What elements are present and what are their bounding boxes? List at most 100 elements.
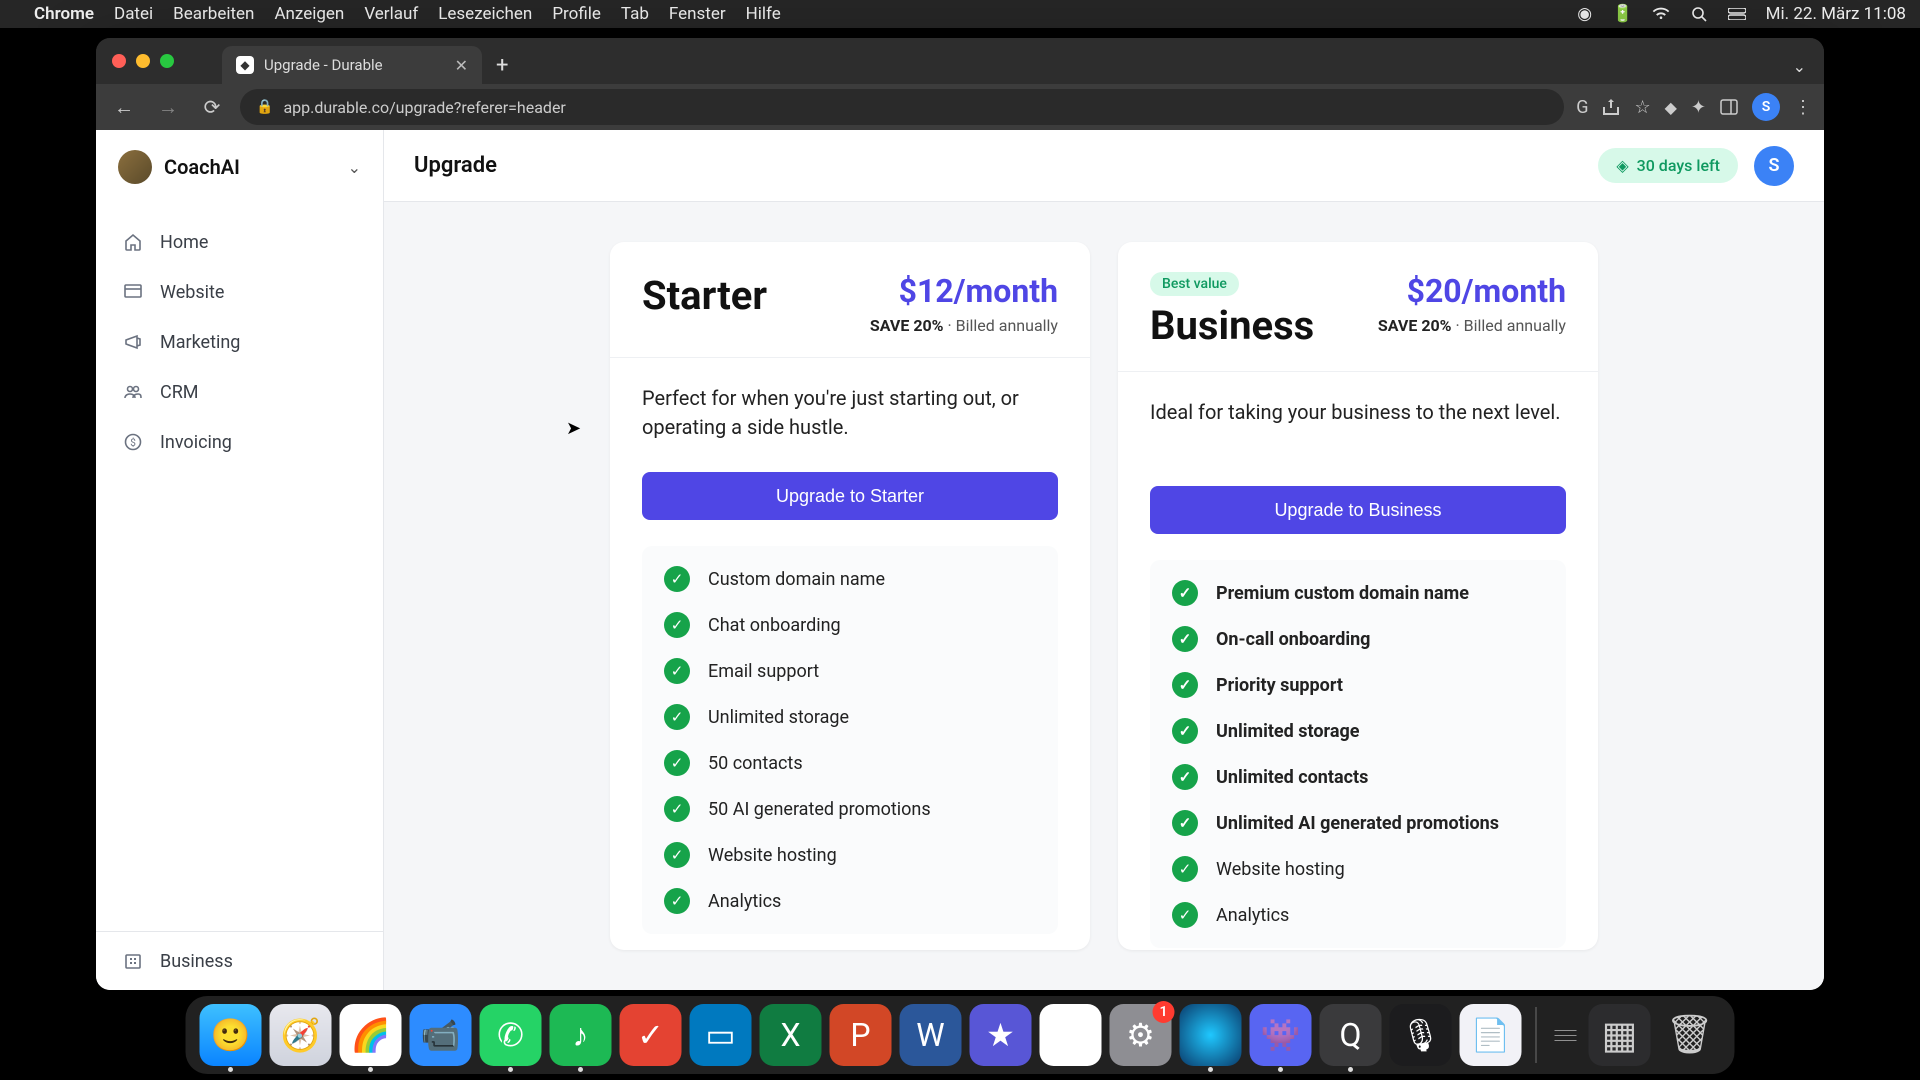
sidebar-item-website[interactable]: Website [96,267,383,317]
workspace-name: CoachAI [164,155,240,179]
tab-close-icon[interactable]: ✕ [455,56,468,75]
chrome-menu-icon[interactable]: ⋮ [1794,97,1812,118]
sidebar-item-label: Home [160,232,208,253]
sidebar-item-label: CRM [160,382,199,403]
dock-powerpoint-icon[interactable]: P [830,1004,892,1066]
spotlight-icon[interactable] [1690,5,1708,23]
dock-quicktime-icon[interactable]: Q [1320,1004,1382,1066]
dock-zoom-icon[interactable]: 📹 [410,1004,472,1066]
dock-siri-icon[interactable] [1180,1004,1242,1066]
feature-text: Premium custom domain name [1216,583,1469,604]
dock-settings-icon[interactable]: ⚙1 [1110,1004,1172,1066]
window-zoom-button[interactable] [160,54,174,68]
control-center-icon[interactable] [1728,5,1746,23]
sidebar-item-home[interactable]: Home [96,217,383,267]
window-close-button[interactable] [112,54,126,68]
check-icon: ✓ [664,704,690,730]
main: Upgrade ◈ 30 days left S Starter$12/mont… [384,130,1824,990]
dock-voice-memos-icon[interactable]: 🎙 [1390,1004,1452,1066]
feature-text: Chat onboarding [708,615,841,636]
menu-profile[interactable]: Profile [552,4,601,24]
feature-text: Custom domain name [708,569,885,590]
menu-datei[interactable]: Datei [114,4,153,24]
dock-file-icon[interactable]: 📄 [1460,1004,1522,1066]
upgrade-business-button[interactable]: Upgrade to Business [1150,486,1566,534]
browser-tab[interactable]: ◆ Upgrade - Durable ✕ [222,46,482,84]
dock-trello-icon[interactable]: ▭ [690,1004,752,1066]
address-bar[interactable]: 🔒 app.durable.co/upgrade?referer=header [240,89,1564,125]
check-icon: ✓ [1172,810,1198,836]
feature-text: Unlimited AI generated promotions [1216,813,1499,834]
dock-word-icon[interactable]: W [900,1004,962,1066]
extension-color-icon[interactable]: ◆ [1665,98,1677,117]
menubar-app-name[interactable]: Chrome [34,4,94,24]
dock-whatsapp-icon[interactable]: ✆ [480,1004,542,1066]
tabs-dropdown-icon[interactable]: ⌄ [1775,49,1824,84]
new-tab-button[interactable]: + [482,47,522,84]
check-icon: ✓ [664,796,690,822]
url-text: app.durable.co/upgrade?referer=header [283,98,565,117]
chrome-tabstrip: ◆ Upgrade - Durable ✕ + ⌄ [96,38,1824,84]
sidepanel-icon[interactable] [1720,98,1738,116]
feature-row: ✓ Unlimited storage [664,704,1036,730]
plan-name: Business [1150,302,1314,349]
menu-hilfe[interactable]: Hilfe [746,4,781,24]
dock-todoist-icon[interactable]: ✓ [620,1004,682,1066]
dock-stacks-icon[interactable]: ▦ [1589,1004,1651,1066]
menu-lesezeichen[interactable]: Lesezeichen [438,4,532,24]
dock-safari-icon[interactable]: 🧭 [270,1004,332,1066]
check-icon: ✓ [664,658,690,684]
profile-avatar[interactable]: S [1752,93,1780,121]
upgrade-starter-button[interactable]: Upgrade to Starter [642,472,1058,520]
check-icon: ✓ [664,612,690,638]
diamond-icon: ◈ [1616,156,1628,175]
bookmark-icon[interactable]: ☆ [1634,97,1650,118]
wifi-icon[interactable] [1652,5,1670,23]
workspace-switcher[interactable]: CoachAI ⌄ [96,130,383,205]
dock-spotify-icon[interactable]: ♪ [550,1004,612,1066]
extensions-icon[interactable]: ✦ [1691,97,1706,118]
dock-excel-icon[interactable]: X [760,1004,822,1066]
trial-badge[interactable]: ◈ 30 days left [1598,148,1738,183]
battery-icon[interactable]: 🔋 [1614,5,1632,23]
google-icon[interactable]: G [1576,97,1588,118]
user-avatar[interactable]: S [1754,146,1794,186]
dock-trash-icon[interactable]: 🗑 [1659,1004,1721,1066]
menu-verlauf[interactable]: Verlauf [364,4,418,24]
record-icon[interactable]: ◉ [1576,5,1594,23]
plan-description: Perfect for when you're just starting ou… [642,384,1058,448]
forward-button[interactable]: → [152,91,184,123]
dock-drive-icon[interactable]: ▲ [1040,1004,1102,1066]
check-icon: ✓ [664,888,690,914]
dock-finder-icon[interactable]: 🙂 [200,1004,262,1066]
dock-chrome-icon[interactable]: 🌈 [340,1004,402,1066]
share-icon[interactable] [1602,98,1620,116]
menu-fenster[interactable]: Fenster [669,4,726,24]
sidebar-item-marketing[interactable]: Marketing [96,317,383,367]
plan-name: Starter [642,272,767,319]
feature-row: ✓On-call onboarding [1172,626,1544,652]
reload-button[interactable]: ⟳ [196,91,228,123]
menu-bearbeiten[interactable]: Bearbeiten [173,4,254,24]
dock-resize-handle[interactable] [1555,1030,1577,1041]
back-button[interactable]: ← [108,91,140,123]
menu-tab[interactable]: Tab [621,4,649,24]
feature-text: Email support [708,661,819,682]
dock-imovie-icon[interactable]: ★ [970,1004,1032,1066]
sidebar-item-invoicing[interactable]: $Invoicing [96,417,383,467]
check-icon: ✓ [1172,718,1198,744]
plan-description: Ideal for taking your business to the ne… [1150,398,1566,462]
marketing-icon [122,331,144,353]
menu-anzeigen[interactable]: Anzeigen [274,4,344,24]
topbar: Upgrade ◈ 30 days left S [384,130,1824,202]
menubar-datetime[interactable]: Mi. 22. März 11:08 [1766,4,1906,24]
dock-discord-icon[interactable]: 👾 [1250,1004,1312,1066]
window-minimize-button[interactable] [136,54,150,68]
feature-text: Unlimited storage [708,707,849,728]
sidebar-item-business[interactable]: Business [96,932,383,990]
sidebar-item-crm[interactable]: CRM [96,367,383,417]
feature-text: Analytics [1216,905,1289,926]
check-icon: ✓ [1172,626,1198,652]
chevron-down-icon: ⌄ [348,158,361,177]
business-icon [122,950,144,972]
